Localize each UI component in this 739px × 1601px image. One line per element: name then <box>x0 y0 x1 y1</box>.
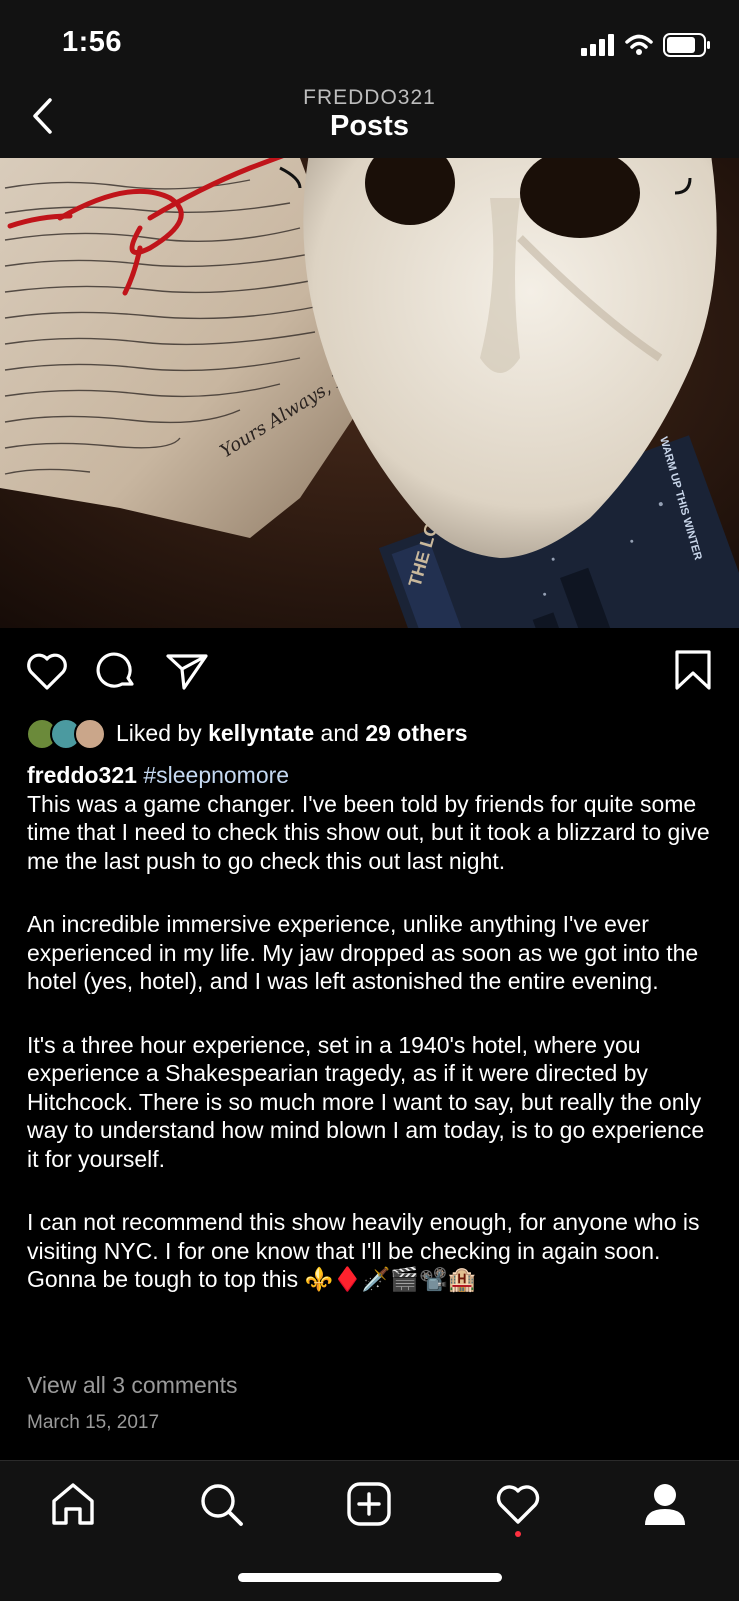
heart-icon[interactable] <box>493 1479 543 1529</box>
paper-plane-icon[interactable] <box>164 648 210 694</box>
wifi-icon <box>625 34 653 55</box>
search-icon[interactable] <box>196 1479 246 1529</box>
liker-avatars <box>26 718 110 750</box>
profile-icon[interactable] <box>640 1479 690 1529</box>
liked-by-prefix: Liked by <box>116 719 209 746</box>
caption-hashtag[interactable]: #sleepnomore <box>143 762 289 788</box>
nav-username: FREDDO321 <box>303 86 436 109</box>
post-actions <box>0 648 739 698</box>
likes-text: Liked by kellyntate and 29 others <box>116 720 468 747</box>
post-photo-illustration: Yours Always, Macbeth THE LODGE AT GALLO… <box>0 158 739 628</box>
avatar <box>74 718 106 750</box>
home-icon[interactable] <box>48 1479 98 1529</box>
comment-icon[interactable] <box>94 648 140 694</box>
post-caption: freddo321 #sleepnomore This was a game c… <box>27 761 717 1329</box>
plus-square-icon[interactable] <box>344 1479 394 1529</box>
caption-paragraph: An incredible immersive experience, unli… <box>27 911 699 994</box>
status-bar: 1:56 <box>0 0 739 86</box>
nav-bar: FREDDO321 Posts <box>0 86 739 159</box>
liked-by-others[interactable]: 29 others <box>365 720 467 746</box>
post-date: March 15, 2017 <box>27 1412 160 1433</box>
nav-title: Posts <box>330 110 409 142</box>
caption-paragraph: It's a three hour experience, set in a 1… <box>27 1031 705 1172</box>
post-photo[interactable]: Yours Always, Macbeth THE LODGE AT GALLO… <box>0 158 739 628</box>
liked-by-user[interactable]: kellyntate <box>208 720 314 746</box>
battery-icon <box>663 33 710 57</box>
signal-icon <box>581 34 614 56</box>
caption-author[interactable]: freddo321 <box>27 762 137 788</box>
likes-row[interactable]: Liked by kellyntate and 29 others <box>26 716 468 750</box>
view-comments-link[interactable]: View all 3 comments <box>27 1372 238 1399</box>
status-icons <box>581 30 711 60</box>
status-time: 1:56 <box>62 26 123 58</box>
liked-by-mid: and <box>314 719 366 746</box>
home-indicator[interactable] <box>238 1573 502 1582</box>
caption-paragraph: This was a game changer. I've been told … <box>27 790 710 874</box>
notification-dot <box>515 1531 521 1537</box>
heart-icon[interactable] <box>24 648 70 694</box>
caption-paragraph: I can not recommend this show heavily en… <box>27 1209 700 1292</box>
bookmark-icon[interactable] <box>670 648 716 694</box>
